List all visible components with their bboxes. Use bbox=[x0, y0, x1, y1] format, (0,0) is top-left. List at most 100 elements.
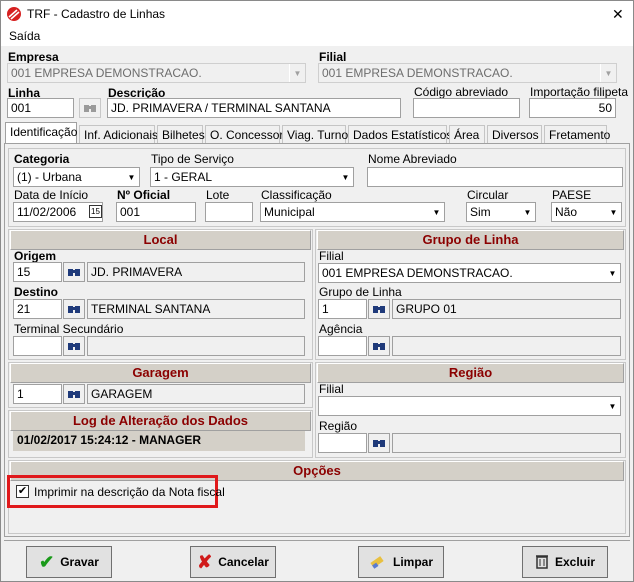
excluir-label: Excluir bbox=[554, 555, 596, 569]
grupo-search-button[interactable] bbox=[368, 299, 390, 319]
window-title: TRF - Cadastro de Linhas bbox=[27, 7, 166, 21]
agencia-search-button[interactable] bbox=[368, 336, 390, 356]
x-icon: ✘ bbox=[197, 552, 213, 572]
destino-label: Destino bbox=[14, 285, 59, 299]
destino-name: TERMINAL SANTANA bbox=[87, 299, 305, 319]
nome-abreviado-label: Nome Abreviado bbox=[368, 152, 457, 166]
importacao-input[interactable]: 50 bbox=[529, 98, 616, 118]
trash-icon bbox=[535, 553, 549, 572]
circular-label: Circular bbox=[467, 188, 509, 202]
chevron-down-icon: ▼ bbox=[337, 168, 353, 186]
calendar-day: 15 bbox=[91, 207, 100, 216]
tab-dados-estatisticos[interactable]: Dados Estatísticos bbox=[348, 125, 452, 143]
app-logo-icon bbox=[7, 7, 21, 24]
terminal-search-button[interactable] bbox=[63, 336, 85, 356]
separator bbox=[4, 540, 630, 541]
check-icon: ✔ bbox=[39, 552, 55, 572]
origem-search-button[interactable] bbox=[63, 262, 85, 282]
menu-saida[interactable]: Saída bbox=[9, 29, 40, 43]
categoria-value: (1) - Urbana bbox=[17, 170, 82, 184]
garagem-code-input[interactable]: 1 bbox=[13, 384, 62, 404]
tab-bilhetes[interactable]: Bilhetes bbox=[157, 125, 205, 143]
regiao-name bbox=[392, 433, 621, 453]
calendar-icon[interactable]: 15 bbox=[89, 205, 102, 218]
tab-viag-turno[interactable]: Viag. Turno bbox=[282, 125, 348, 143]
binoculars-icon bbox=[372, 339, 386, 354]
main-window: TRF - Cadastro de Linhas ✕ Saída Empresa… bbox=[0, 0, 634, 582]
tab-diversos[interactable]: Diversos bbox=[487, 125, 542, 143]
close-icon[interactable]: ✕ bbox=[612, 6, 624, 23]
regiao-code-input[interactable] bbox=[318, 433, 367, 453]
numero-oficial-input[interactable]: 001 bbox=[116, 202, 196, 222]
nota-fiscal-checkbox[interactable]: ✔ bbox=[16, 485, 29, 498]
binoculars-icon bbox=[83, 101, 97, 116]
grupo-filial-select[interactable]: 001 EMPRESA DEMONSTRACAO. ▼ bbox=[318, 263, 621, 283]
grupo-name: GRUPO 01 bbox=[392, 299, 621, 319]
grupo-code-input[interactable]: 1 bbox=[318, 299, 367, 319]
chevron-down-icon: ▼ bbox=[428, 203, 444, 221]
gravar-label: Gravar bbox=[60, 555, 99, 569]
grupo-filial-value: 001 EMPRESA DEMONSTRACAO. bbox=[322, 266, 513, 280]
chevron-down-icon: ▼ bbox=[600, 64, 616, 82]
binoculars-icon bbox=[372, 302, 386, 317]
grupo-linha-label: Grupo de Linha bbox=[319, 285, 402, 299]
tab-area[interactable]: Área bbox=[449, 125, 485, 143]
circular-value: Sim bbox=[470, 205, 491, 219]
excluir-button[interactable]: Excluir bbox=[522, 546, 608, 578]
garagem-search-button[interactable] bbox=[63, 384, 85, 404]
limpar-label: Limpar bbox=[392, 555, 433, 569]
binoculars-icon bbox=[67, 265, 81, 280]
circular-select[interactable]: Sim ▼ bbox=[466, 202, 536, 222]
agencia-label: Agência bbox=[319, 322, 363, 336]
log-title: Log de Alteração dos Dados bbox=[10, 411, 311, 431]
origem-code-input[interactable]: 15 bbox=[13, 262, 62, 282]
paese-value: Não bbox=[555, 205, 578, 219]
codigo-abreviado-input[interactable] bbox=[413, 98, 520, 118]
agencia-code-input[interactable] bbox=[318, 336, 367, 356]
binoculars-icon bbox=[67, 387, 81, 402]
cancelar-button[interactable]: ✘ Cancelar bbox=[190, 546, 276, 578]
tab-identificacao[interactable]: Identificação bbox=[5, 122, 77, 144]
destino-search-button[interactable] bbox=[63, 299, 85, 319]
eraser-icon bbox=[369, 553, 387, 572]
binoculars-icon bbox=[67, 339, 81, 354]
chevron-down-icon: ▼ bbox=[604, 397, 620, 415]
classificacao-select[interactable]: Municipal ▼ bbox=[260, 202, 445, 222]
tab-fretamento[interactable]: Fretamento bbox=[544, 125, 610, 143]
limpar-button[interactable]: Limpar bbox=[358, 546, 444, 578]
terminal-name bbox=[87, 336, 305, 356]
nome-abreviado-input[interactable] bbox=[367, 167, 623, 187]
binoculars-icon bbox=[67, 302, 81, 317]
destino-code-input[interactable]: 21 bbox=[13, 299, 62, 319]
log-value: 01/02/2017 15:24:12 - MANAGER bbox=[13, 431, 305, 451]
terminal-secundario-label: Terminal Secundário bbox=[14, 322, 124, 336]
origem-label: Origem bbox=[14, 249, 57, 263]
tab-o-concessor[interactable]: O. Concessor bbox=[205, 125, 283, 143]
tipo-servico-value: 1 - GERAL bbox=[154, 170, 213, 184]
regiao-search-button[interactable] bbox=[368, 433, 390, 453]
paese-label: PAESE bbox=[552, 188, 592, 202]
lote-input[interactable] bbox=[205, 202, 253, 222]
tipo-servico-select[interactable]: 1 - GERAL ▼ bbox=[150, 167, 354, 187]
grupo-filial-label: Filial bbox=[319, 249, 344, 263]
grupo-title: Grupo de Linha bbox=[317, 230, 624, 250]
importacao-label: Importação filipeta bbox=[530, 85, 629, 99]
empresa-select[interactable]: 001 EMPRESA DEMONSTRACAO. ▼ bbox=[7, 63, 306, 83]
descricao-input[interactable]: JD. PRIMAVERA / TERMINAL SANTANA bbox=[107, 98, 401, 118]
regiao-filial-select[interactable]: ▼ bbox=[318, 396, 621, 416]
chevron-down-icon: ▼ bbox=[604, 264, 620, 282]
gravar-button[interactable]: ✔ Gravar bbox=[26, 546, 112, 578]
paese-select[interactable]: Não ▼ bbox=[551, 202, 622, 222]
codigo-abreviado-label: Código abreviado bbox=[414, 85, 509, 99]
linha-search-button[interactable] bbox=[79, 98, 101, 118]
categoria-select[interactable]: (1) - Urbana ▼ bbox=[13, 167, 140, 187]
tab-inf-adicionais[interactable]: Inf. Adicionais bbox=[79, 125, 158, 143]
terminal-code-input[interactable] bbox=[13, 336, 62, 356]
nota-fiscal-label[interactable]: Imprimir na descrição da Nota fiscal bbox=[34, 485, 225, 499]
chevron-down-icon: ▼ bbox=[519, 203, 535, 221]
agencia-name bbox=[392, 336, 621, 356]
linha-input[interactable]: 001 bbox=[7, 98, 74, 118]
filial-select[interactable]: 001 EMPRESA DEMONSTRACAO. ▼ bbox=[318, 63, 617, 83]
regiao-title: Região bbox=[317, 363, 624, 383]
local-title: Local bbox=[10, 230, 311, 250]
